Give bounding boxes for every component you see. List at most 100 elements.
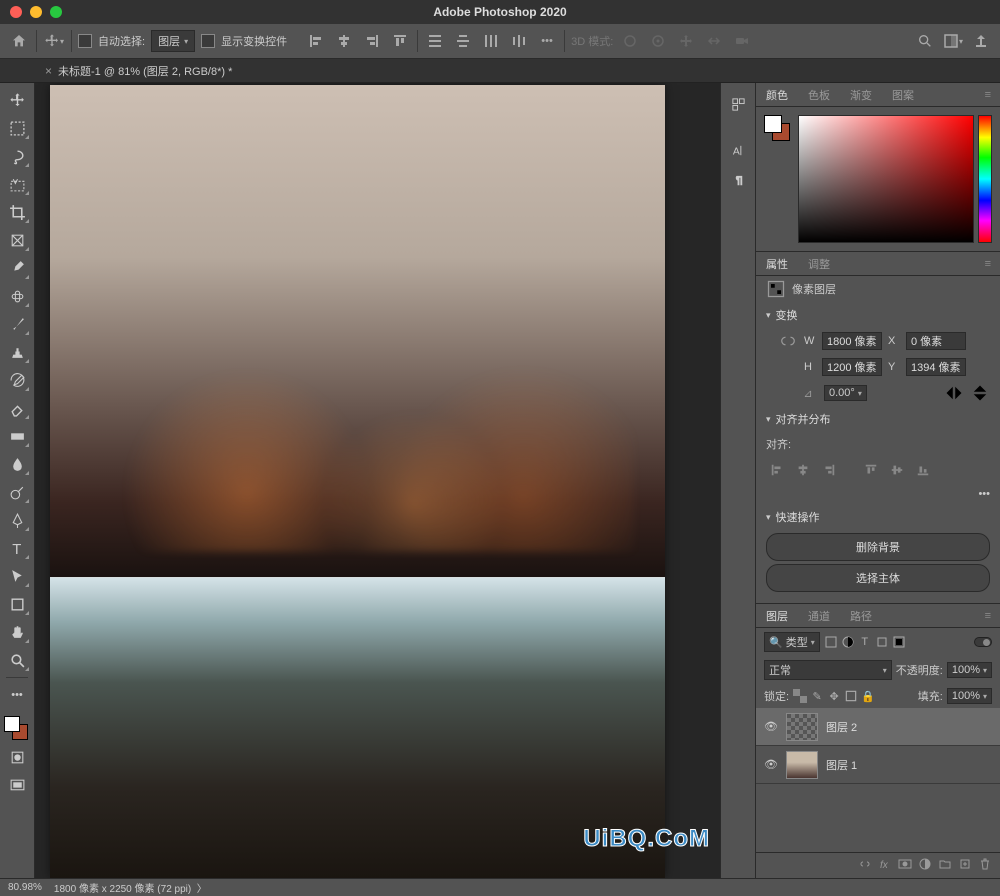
quick-selection-tool[interactable] <box>3 171 31 197</box>
layer-thumbnail[interactable] <box>786 713 818 741</box>
tab-gradients[interactable]: 渐变 <box>840 83 882 106</box>
layer-item[interactable]: 👁 图层 2 <box>756 708 1000 746</box>
lock-position-icon[interactable]: ✥ <box>827 689 841 703</box>
share-button[interactable] <box>970 30 992 52</box>
layer-item[interactable]: 👁 图层 1 <box>756 746 1000 784</box>
blend-mode-select[interactable]: 正常▾ <box>764 660 892 680</box>
properties-panel-menu[interactable]: ≡ <box>980 258 996 270</box>
layers-panel-menu[interactable]: ≡ <box>980 610 996 622</box>
align-left-edges-button[interactable] <box>305 30 327 52</box>
align-right-button[interactable] <box>818 460 840 480</box>
tab-patterns[interactable]: 图案 <box>882 83 924 106</box>
lock-transparency-icon[interactable] <box>793 689 807 703</box>
blur-tool[interactable] <box>3 451 31 477</box>
visibility-toggle[interactable]: 👁 <box>764 758 778 771</box>
crop-tool[interactable] <box>3 199 31 225</box>
height-field[interactable] <box>822 358 882 376</box>
tab-adjustments[interactable]: 调整 <box>798 252 840 275</box>
zoom-tool[interactable] <box>3 647 31 673</box>
distribute-vertical-button[interactable] <box>452 30 474 52</box>
layer-effects-button[interactable]: fx <box>878 857 892 874</box>
layer-name-label[interactable]: 图层 1 <box>826 757 857 773</box>
tab-channels[interactable]: 通道 <box>798 604 840 627</box>
more-align-options[interactable]: ••• <box>978 488 990 500</box>
tab-color[interactable]: 颜色 <box>756 83 798 106</box>
filter-adjustment-icon[interactable] <box>841 635 855 649</box>
remove-background-button[interactable]: 删除背景 <box>766 533 990 561</box>
panel-foreground-color[interactable] <box>764 115 782 133</box>
lock-artboard-icon[interactable] <box>844 689 858 703</box>
panel-color-swatches[interactable] <box>764 115 790 141</box>
brush-tool[interactable] <box>3 311 31 337</box>
glyphs-panel-icon[interactable] <box>725 91 751 117</box>
fill-field[interactable]: 100%▾ <box>947 688 992 704</box>
hand-tool[interactable] <box>3 619 31 645</box>
document-canvas[interactable] <box>50 85 665 878</box>
align-top-button[interactable] <box>860 460 882 480</box>
align-top-edges-button[interactable] <box>389 30 411 52</box>
path-selection-tool[interactable] <box>3 563 31 589</box>
search-button[interactable] <box>914 30 936 52</box>
edit-toolbar-button[interactable]: ••• <box>3 682 31 708</box>
visibility-toggle[interactable]: 👁 <box>764 720 778 733</box>
width-field[interactable] <box>822 332 882 350</box>
link-wh-icon[interactable] <box>778 332 798 350</box>
quick-mask-button[interactable] <box>3 744 31 770</box>
pan-3d-button[interactable] <box>675 30 697 52</box>
frame-tool[interactable] <box>3 227 31 253</box>
layer-group-button[interactable] <box>938 857 952 874</box>
paragraph-panel-icon[interactable] <box>725 167 751 193</box>
dodge-tool[interactable] <box>3 479 31 505</box>
layer-name-label[interactable]: 图层 2 <box>826 719 857 735</box>
filter-pixel-icon[interactable] <box>824 635 838 649</box>
distribute-horizontal-button[interactable] <box>508 30 530 52</box>
y-field[interactable] <box>906 358 966 376</box>
flip-vertical-button[interactable] <box>970 384 990 402</box>
color-swatches[interactable] <box>4 716 30 742</box>
camera-3d-button[interactable] <box>731 30 753 52</box>
tab-paths[interactable]: 路径 <box>840 604 882 627</box>
marquee-tool[interactable] <box>3 115 31 141</box>
gradient-tool[interactable] <box>3 423 31 449</box>
filter-shape-icon[interactable] <box>875 635 889 649</box>
align-hcenter-button[interactable] <box>792 460 814 480</box>
x-field[interactable] <box>906 332 966 350</box>
select-subject-button[interactable]: 选择主体 <box>766 564 990 592</box>
screen-mode-button[interactable] <box>3 772 31 798</box>
adjustment-layer-button[interactable] <box>918 857 932 874</box>
transform-section-header[interactable]: ▾ 变换 <box>756 302 1000 328</box>
type-tool[interactable]: T <box>3 535 31 561</box>
move-tool-icon[interactable]: ▾ <box>43 30 65 52</box>
clone-stamp-tool[interactable] <box>3 339 31 365</box>
slide-3d-button[interactable] <box>703 30 725 52</box>
healing-brush-tool[interactable] <box>3 283 31 309</box>
flip-horizontal-button[interactable] <box>944 384 964 402</box>
show-transform-checkbox[interactable] <box>201 34 215 48</box>
tab-properties[interactable]: 属性 <box>756 252 798 275</box>
document-info[interactable]: 1800 像素 x 2250 像素 (72 ppi) 〉 <box>54 880 207 895</box>
opacity-field[interactable]: 100%▾ <box>947 662 992 678</box>
distribute-top-button[interactable] <box>424 30 446 52</box>
home-button[interactable] <box>8 30 30 52</box>
lasso-tool[interactable] <box>3 143 31 169</box>
layer-filter-kind[interactable]: 🔍类型▾ <box>764 632 820 652</box>
eyedropper-tool[interactable] <box>3 255 31 281</box>
character-panel-icon[interactable]: A <box>725 137 751 163</box>
align-left-button[interactable] <box>766 460 788 480</box>
shape-tool[interactable] <box>3 591 31 617</box>
auto-select-checkbox[interactable] <box>78 34 92 48</box>
align-horizontal-centers-button[interactable] <box>333 30 355 52</box>
align-right-edges-button[interactable] <box>361 30 383 52</box>
history-brush-tool[interactable] <box>3 367 31 393</box>
color-panel-menu[interactable]: ≡ <box>980 89 996 101</box>
distribute-bottom-button[interactable] <box>480 30 502 52</box>
new-layer-button[interactable] <box>958 857 972 874</box>
foreground-color[interactable] <box>4 716 20 732</box>
filter-smart-icon[interactable] <box>892 635 906 649</box>
document-tab[interactable]: × 未标题-1 @ 81% (图层 2, RGB/8*) * <box>35 63 242 79</box>
lock-pixels-icon[interactable]: ✎ <box>810 689 824 703</box>
filter-type-icon[interactable]: T <box>858 635 872 649</box>
eraser-tool[interactable] <box>3 395 31 421</box>
layer-thumbnail[interactable] <box>786 751 818 779</box>
lock-all-icon[interactable]: 🔒 <box>861 689 875 703</box>
